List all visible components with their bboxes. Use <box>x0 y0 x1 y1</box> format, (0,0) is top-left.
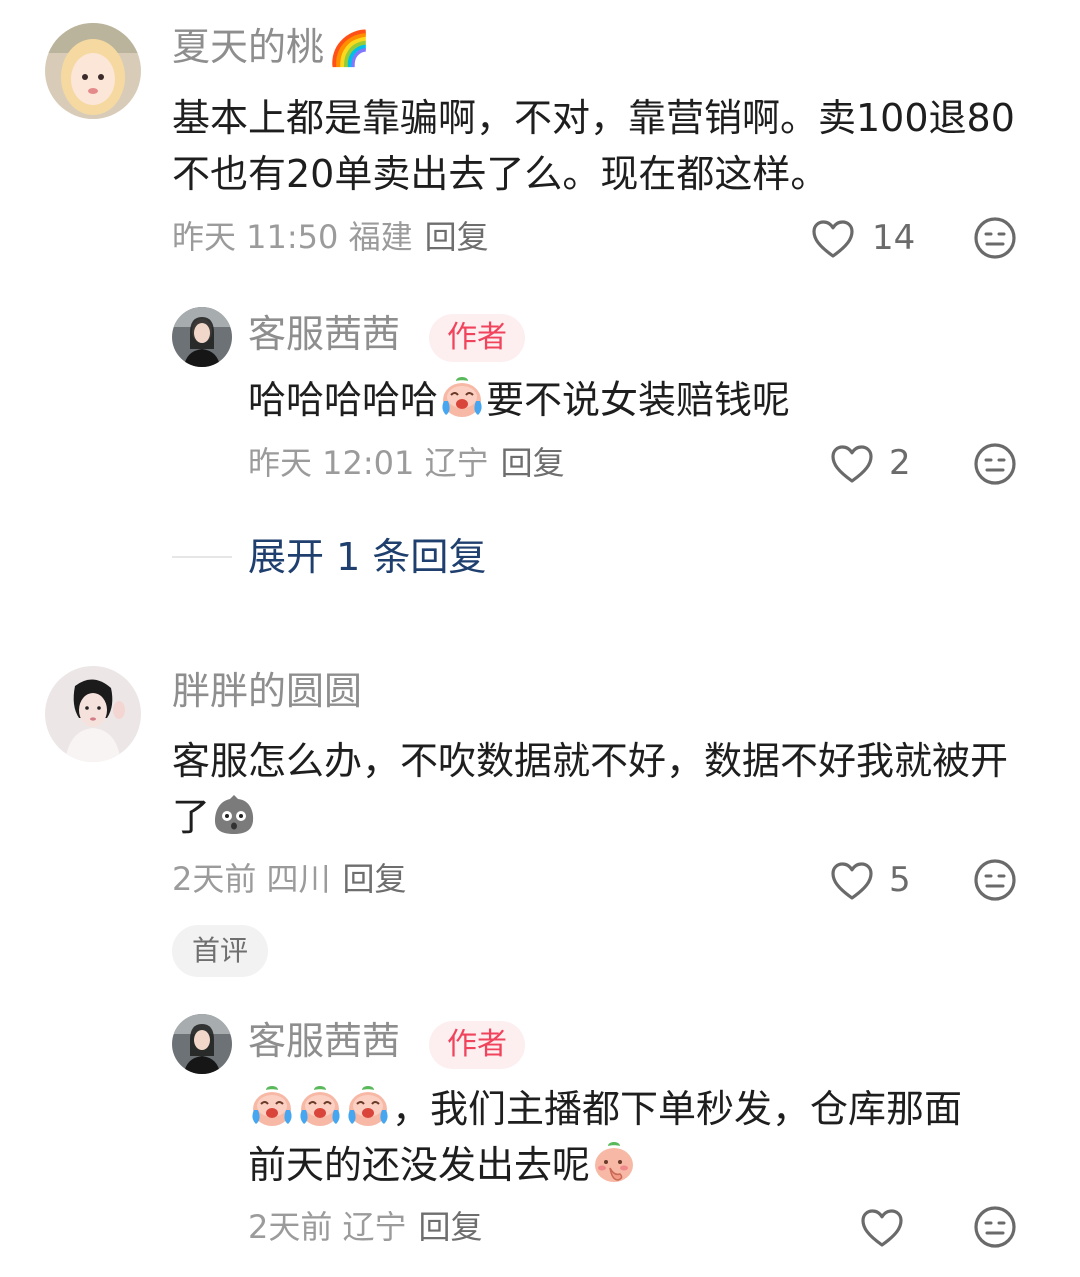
heart-outline-icon[interactable] <box>811 219 855 259</box>
comment-time-location: 2天前 辽宁 <box>248 1208 407 1246</box>
comment-username[interactable]: 客服茜茜 <box>248 1022 400 1060</box>
avatar[interactable] <box>45 23 141 119</box>
username-text: 夏天的桃 <box>172 25 325 69</box>
avatar[interactable] <box>172 1014 232 1074</box>
rainbow-emoji: 🌈 <box>328 29 371 69</box>
comment-username[interactable]: 胖胖的圆圆 <box>172 672 362 710</box>
heart-outline-icon[interactable] <box>830 444 874 484</box>
author-tag: 作者 <box>429 1021 525 1069</box>
comment-text-part: ，我们主播都下单秒发，仓库那面 <box>392 1087 963 1131</box>
comment-text: 基本上都是靠骗啊，不对，靠营销啊。卖100退80不也有20单卖出去了么。现在都这… <box>172 96 1015 196</box>
crying-peach-emoji <box>438 373 486 421</box>
heart-outline-icon[interactable] <box>860 1208 904 1248</box>
comment-text: 哈哈哈哈哈 要不说女装赔钱呢 <box>248 372 1048 428</box>
avatar-image <box>172 307 232 367</box>
avatar-image <box>45 666 141 762</box>
crying-peach-emoji <box>296 1082 344 1130</box>
comment-meta: 昨天 11:50 福建 回复 <box>172 221 489 253</box>
like-count: 5 <box>889 860 911 900</box>
meh-face-icon[interactable] <box>973 858 1017 902</box>
expand-replies-button[interactable]: 展开 1 条回复 <box>248 538 486 576</box>
comment-username[interactable]: 夏天的桃 🌈 <box>172 28 370 66</box>
heart-outline-icon[interactable] <box>830 861 874 901</box>
meh-face-icon[interactable] <box>973 1205 1017 1249</box>
comment-time-location: 昨天 12:01 辽宁 <box>248 444 489 482</box>
avatar-image <box>45 23 141 119</box>
author-tag: 作者 <box>429 314 525 362</box>
crying-peach-emoji <box>248 1082 296 1130</box>
crying-peach-emoji <box>344 1082 392 1130</box>
comment-meta: 2天前 四川 回复 <box>172 863 407 895</box>
comment-text-part: 客服怎么办，不吹数据就不好，数据不好我就被开了 <box>172 739 1009 839</box>
shy-peach-emoji <box>590 1138 638 1186</box>
comment-text: 客服怎么办，不吹数据就不好，数据不好我就被开了 <box>172 733 1032 845</box>
comment-time-location: 2天前 四川 <box>172 860 331 898</box>
meh-face-icon[interactable] <box>973 442 1017 486</box>
reply-button[interactable]: 回复 <box>343 860 407 898</box>
shocked-rock-emoji <box>210 790 258 838</box>
comment-username[interactable]: 客服茜茜 <box>248 315 400 353</box>
comment-text-part: 哈哈哈哈哈 <box>248 378 439 422</box>
meh-face-icon[interactable] <box>973 216 1017 260</box>
avatar[interactable] <box>172 307 232 367</box>
like-count: 2 <box>889 443 911 483</box>
comment-text: ，我们主播都下单秒发，仓库那面 前天的还没发出去呢 <box>248 1081 1048 1193</box>
first-comment-tag: 首评 <box>172 925 269 977</box>
comment-meta: 2天前 辽宁 回复 <box>248 1211 483 1243</box>
comment-text-part: 前天的还没发出去呢 <box>248 1143 591 1187</box>
avatar[interactable] <box>45 666 141 762</box>
reply-button[interactable]: 回复 <box>419 1208 483 1246</box>
comment-meta: 昨天 12:01 辽宁 回复 <box>248 447 565 479</box>
comment-text-part: 要不说女装赔钱呢 <box>486 378 791 422</box>
comment-time-location: 昨天 11:50 福建 <box>172 218 413 256</box>
expand-divider <box>172 556 232 558</box>
like-count: 14 <box>872 218 916 258</box>
avatar-image <box>172 1014 232 1074</box>
reply-button[interactable]: 回复 <box>425 218 489 256</box>
reply-button[interactable]: 回复 <box>501 444 565 482</box>
